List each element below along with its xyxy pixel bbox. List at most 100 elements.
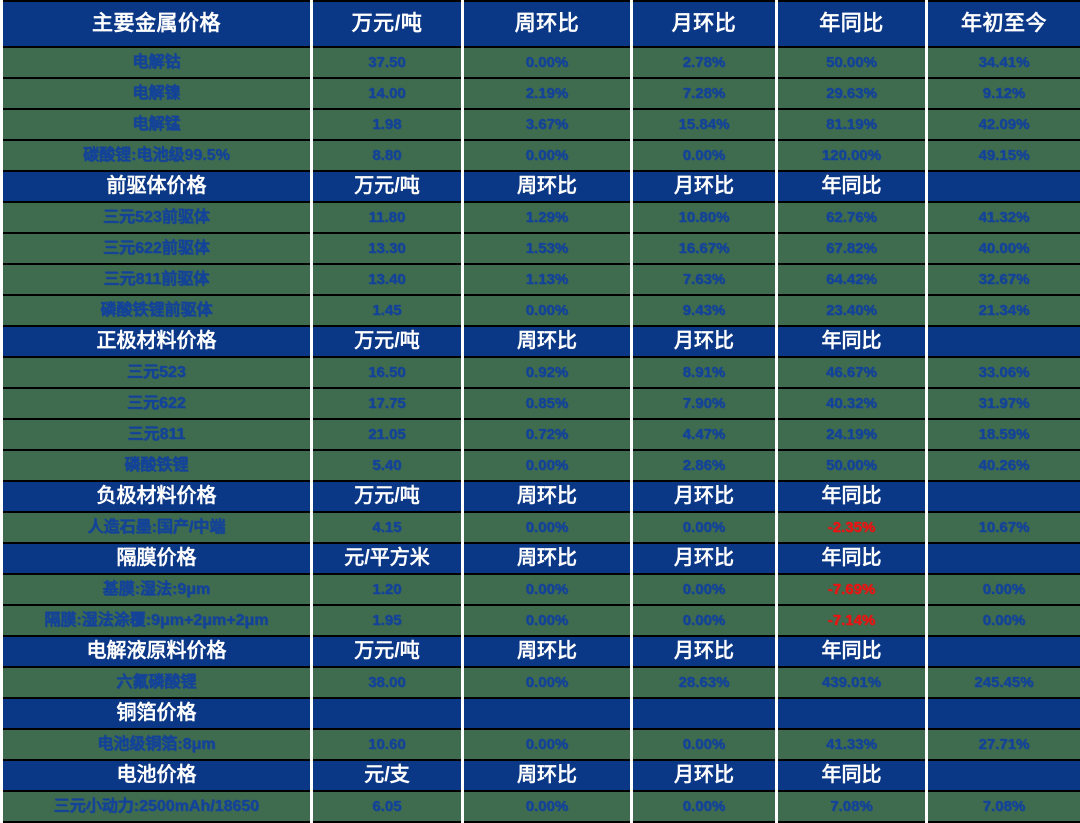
row-label: 三元622前驱体 <box>2 233 312 264</box>
wow-cell: 0.85% <box>463 388 632 419</box>
ytd-cell-text: 40.00% <box>979 234 1030 263</box>
row-label-text: 电解镍 <box>132 79 180 108</box>
yoy-cell-text: -7.14% <box>828 606 876 635</box>
table-row: 三元52316.500.92%8.91%46.67%33.06% <box>2 357 1080 388</box>
wow-cell: 1.53% <box>463 233 632 264</box>
row-label: 三元523前驱体 <box>2 202 312 233</box>
yoy-cell: -7.69% <box>777 574 927 605</box>
yoy-cell: 40.32% <box>777 388 927 419</box>
ytd-cell: 0.00% <box>927 574 1080 605</box>
ytd-cell: 0.00% <box>927 605 1080 636</box>
mom-cell: 0.00% <box>632 605 777 636</box>
price-cell-text: 1.95 <box>372 606 401 635</box>
price-cell-text: 11.80 <box>369 203 406 232</box>
mom-cell-text: 9.43% <box>683 296 726 325</box>
mom-cell-text: 0.00% <box>683 575 726 604</box>
wow-cell-text: 0.92% <box>526 358 569 387</box>
price-cell-text: 13.30 <box>368 234 406 263</box>
wow-cell: 1.13% <box>463 264 632 295</box>
price-cell-text: 1.20 <box>372 575 401 604</box>
row-label-text: 三元小动力:2500mAh/18650 <box>54 792 259 821</box>
yoy-header: 年同比 <box>777 171 927 202</box>
ytd-cell: 34.41% <box>927 47 1080 78</box>
ytd-cell-text: 0.00% <box>983 575 1026 604</box>
row-label: 碳酸锂:电池级99.5% <box>2 140 312 171</box>
ytd-cell: 245.45% <box>927 667 1080 698</box>
ytd-cell: 33.06% <box>927 357 1080 388</box>
yoy-header: 年同比 <box>777 1 927 47</box>
unit-header: 元/平方米 <box>312 543 463 574</box>
price-cell: 16.50 <box>312 357 463 388</box>
mom-cell: 7.28% <box>632 78 777 109</box>
wow-cell-text: 0.00% <box>526 792 569 821</box>
row-label-text: 三元622前驱体 <box>103 234 210 263</box>
ytd-cell: 7.08% <box>927 791 1080 822</box>
table-row: 基膜:湿法:9μm1.200.00%0.00%-7.69%0.00% <box>2 574 1080 605</box>
table-row: 人造石墨:国产/中端4.150.00%0.00%-2.35%10.67% <box>2 512 1080 543</box>
row-label: 隔膜:湿法涂覆:9μm+2μm+2μm <box>2 605 312 636</box>
ytd-cell-text: 33.06% <box>979 358 1030 387</box>
section-title: 负极材料价格 <box>2 481 312 512</box>
wow-cell: 0.00% <box>463 450 632 481</box>
yoy-cell-text: 24.19% <box>826 420 877 449</box>
row-label-text: 三元523 <box>127 358 186 387</box>
table-row: 磷酸铁锂5.400.00%2.86%50.00%40.26% <box>2 450 1080 481</box>
mom-cell-text: 7.28% <box>683 79 726 108</box>
price-cell: 1.20 <box>312 574 463 605</box>
row-label: 磷酸铁锂前驱体 <box>2 295 312 326</box>
mom-cell: 0.00% <box>632 512 777 543</box>
wow-cell-text: 3.67% <box>526 110 569 139</box>
mom-header: 月环比 <box>632 171 777 202</box>
mom-cell: 8.91% <box>632 357 777 388</box>
unit-header: 万元/吨 <box>312 636 463 667</box>
ytd-cell: 21.34% <box>927 295 1080 326</box>
row-label: 三元622 <box>2 388 312 419</box>
mom-cell-text: 0.00% <box>683 513 726 542</box>
ytd-header <box>927 698 1080 729</box>
mom-header: 月环比 <box>632 636 777 667</box>
yoy-header: 年同比 <box>777 326 927 357</box>
price-cell: 8.80 <box>312 140 463 171</box>
row-label-text: 六氟磷酸锂 <box>116 668 196 697</box>
mom-header: 月环比 <box>632 1 777 47</box>
yoy-cell-text: 41.33% <box>826 730 877 759</box>
ytd-cell-text: 7.08% <box>983 792 1026 821</box>
ytd-cell-text: 27.71% <box>979 730 1030 759</box>
ytd-header: 年初至今 <box>927 1 1080 47</box>
row-label: 三元811前驱体 <box>2 264 312 295</box>
yoy-header: 年同比 <box>777 636 927 667</box>
table-row: 电池级铜箔:8μm10.600.00%0.00%41.33%27.71% <box>2 729 1080 760</box>
mom-cell-text: 16.67% <box>679 234 730 263</box>
price-cell-text: 4.15 <box>372 513 401 542</box>
table-row: 磷酸铁锂前驱体1.450.00%9.43%23.40%21.34% <box>2 295 1080 326</box>
ytd-header <box>927 481 1080 512</box>
yoy-cell: 41.33% <box>777 729 927 760</box>
ytd-header <box>927 636 1080 667</box>
row-label: 三元811 <box>2 419 312 450</box>
wow-cell: 0.72% <box>463 419 632 450</box>
price-cell: 13.30 <box>312 233 463 264</box>
mom-cell: 9.43% <box>632 295 777 326</box>
ytd-cell-text: 34.41% <box>979 48 1030 77</box>
table-row: 三元62217.750.85%7.90%40.32%31.97% <box>2 388 1080 419</box>
mom-cell: 10.80% <box>632 202 777 233</box>
ytd-cell-text: 40.26% <box>979 451 1030 480</box>
price-cell: 38.00 <box>312 667 463 698</box>
price-cell-text: 1.98 <box>372 110 401 139</box>
wow-cell: 0.00% <box>463 729 632 760</box>
ytd-cell: 32.67% <box>927 264 1080 295</box>
section-title: 隔膜价格 <box>2 543 312 574</box>
price-cell-text: 21.05 <box>368 420 406 449</box>
table-row: 三元622前驱体13.301.53%16.67%67.82%40.00% <box>2 233 1080 264</box>
table-row: 电解钴37.500.00%2.78%50.00%34.41% <box>2 47 1080 78</box>
price-cell: 1.45 <box>312 295 463 326</box>
wow-cell-text: 0.00% <box>526 296 569 325</box>
price-cell: 11.80 <box>312 202 463 233</box>
yoy-cell: 50.00% <box>777 47 927 78</box>
mom-cell-text: 0.00% <box>683 606 726 635</box>
ytd-cell: 18.59% <box>927 419 1080 450</box>
unit-header <box>312 698 463 729</box>
unit-header: 元/支 <box>312 760 463 791</box>
mom-cell-text: 0.00% <box>683 730 726 759</box>
mom-cell-text: 4.47% <box>683 420 726 449</box>
